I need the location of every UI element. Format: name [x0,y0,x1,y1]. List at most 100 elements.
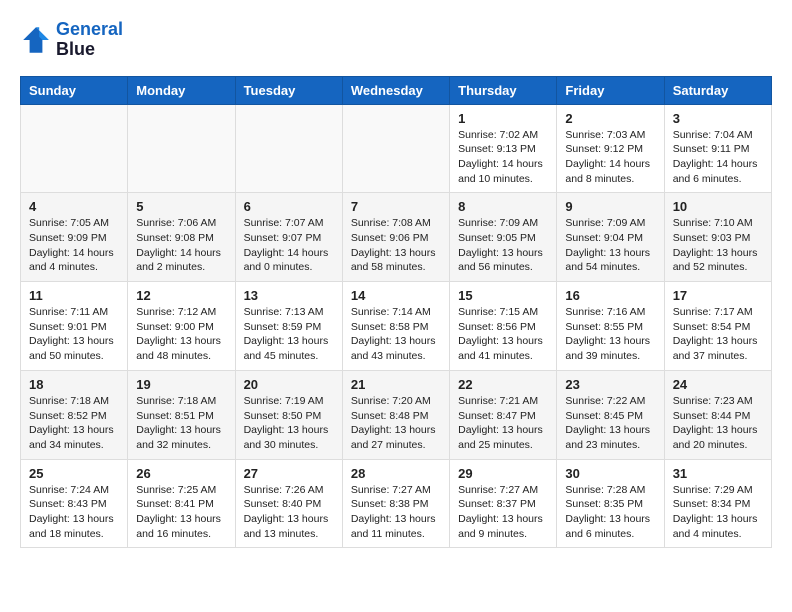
weekday-header-thursday: Thursday [450,76,557,104]
calendar-cell: 14 Sunrise: 7:14 AM Sunset: 8:58 PM Dayli… [342,282,449,371]
day-info: Sunrise: 7:22 AM Sunset: 8:45 PM Dayligh… [565,394,655,453]
day-info: Sunrise: 7:03 AM Sunset: 9:12 PM Dayligh… [565,128,655,187]
day-info: Sunrise: 7:02 AM Sunset: 9:13 PM Dayligh… [458,128,548,187]
calendar-cell: 9Sunrise: 7:09 AM Sunset: 9:04 PM Daylig… [557,193,664,282]
day-info: Sunrise: 7:10 AM Sunset: 9:03 PM Dayligh… [673,216,763,275]
day-number: 2 [565,111,655,126]
day-number: 3 [673,111,763,126]
calendar-cell: 13 Sunrise: 7:13 AM Sunset: 8:59 PM Dayli… [235,282,342,371]
calendar-cell: 5 Sunrise: 7:06 AM Sunset: 9:08 PM Daylig… [128,193,235,282]
day-info: Sunrise: 7:06 AM Sunset: 9:08 PM Dayligh… [136,216,226,275]
day-info: Sunrise: 7:21 AM Sunset: 8:47 PM Dayligh… [458,394,548,453]
day-info: Sunrise: 7:08 AM Sunset: 9:06 PM Dayligh… [351,216,441,275]
weekday-header-saturday: Saturday [664,76,771,104]
day-info: Sunrise: 7:04 AM Sunset: 9:11 PM Dayligh… [673,128,763,187]
day-number: 27 [244,466,334,481]
day-number: 23 [565,377,655,392]
calendar-cell: 26Sunrise: 7:25 AM Sunset: 8:41 PM Dayli… [128,459,235,548]
day-number: 5 [136,199,226,214]
day-info: Sunrise: 7:11 AM Sunset: 9:01 PM Dayligh… [29,305,119,364]
day-info: Sunrise: 7:19 AM Sunset: 8:50 PM Dayligh… [244,394,334,453]
calendar-cell: 23 Sunrise: 7:22 AM Sunset: 8:45 PM Dayli… [557,370,664,459]
calendar-cell: 6 Sunrise: 7:07 AM Sunset: 9:07 PM Daylig… [235,193,342,282]
day-info: Sunrise: 7:13 AM Sunset: 8:59 PM Dayligh… [244,305,334,364]
calendar-week-5: 25 Sunrise: 7:24 AM Sunset: 8:43 PM Dayli… [21,459,772,548]
day-number: 6 [244,199,334,214]
day-number: 8 [458,199,548,214]
day-info: Sunrise: 7:27 AM Sunset: 8:38 PM Dayligh… [351,483,441,542]
day-number: 25 [29,466,119,481]
day-number: 11 [29,288,119,303]
calendar-cell: 18 Sunrise: 7:18 AM Sunset: 8:52 PM Dayli… [21,370,128,459]
day-info: Sunrise: 7:28 AM Sunset: 8:35 PM Dayligh… [565,483,655,542]
day-info: Sunrise: 7:14 AM Sunset: 8:58 PM Dayligh… [351,305,441,364]
calendar-cell: 1 Sunrise: 7:02 AM Sunset: 9:13 PM Daylig… [450,104,557,193]
day-number: 7 [351,199,441,214]
day-number: 29 [458,466,548,481]
day-number: 20 [244,377,334,392]
day-info: Sunrise: 7:27 AM Sunset: 8:37 PM Dayligh… [458,483,548,542]
calendar-cell: 24Sunrise: 7:23 AM Sunset: 8:44 PM Dayli… [664,370,771,459]
page-header: General Blue [20,20,772,60]
calendar-cell: 17Sunrise: 7:17 AM Sunset: 8:54 PM Dayli… [664,282,771,371]
day-info: Sunrise: 7:09 AM Sunset: 9:04 PM Dayligh… [565,216,655,275]
day-number: 19 [136,377,226,392]
calendar-cell: 8 Sunrise: 7:09 AM Sunset: 9:05 PM Daylig… [450,193,557,282]
calendar-week-1: 1 Sunrise: 7:02 AM Sunset: 9:13 PM Daylig… [21,104,772,193]
logo-icon [20,24,52,56]
calendar-cell: 27 Sunrise: 7:26 AM Sunset: 8:40 PM Dayli… [235,459,342,548]
weekday-header-friday: Friday [557,76,664,104]
day-number: 18 [29,377,119,392]
weekday-header-sunday: Sunday [21,76,128,104]
calendar-cell: 21 Sunrise: 7:20 AM Sunset: 8:48 PM Dayli… [342,370,449,459]
day-info: Sunrise: 7:12 AM Sunset: 9:00 PM Dayligh… [136,305,226,364]
calendar-cell: 11 Sunrise: 7:11 AM Sunset: 9:01 PM Dayli… [21,282,128,371]
calendar-cell: 2 Sunrise: 7:03 AM Sunset: 9:12 PM Daylig… [557,104,664,193]
calendar-week-4: 18 Sunrise: 7:18 AM Sunset: 8:52 PM Dayli… [21,370,772,459]
calendar-cell: 12 Sunrise: 7:12 AM Sunset: 9:00 PM Dayli… [128,282,235,371]
calendar-cell: 3 Sunrise: 7:04 AM Sunset: 9:11 PM Daylig… [664,104,771,193]
calendar-week-2: 4 Sunrise: 7:05 AM Sunset: 9:09 PM Daylig… [21,193,772,282]
day-number: 21 [351,377,441,392]
day-number: 1 [458,111,548,126]
calendar-cell: 28 Sunrise: 7:27 AM Sunset: 8:38 PM Dayli… [342,459,449,548]
day-info: Sunrise: 7:18 AM Sunset: 8:51 PM Dayligh… [136,394,226,453]
day-info: Sunrise: 7:07 AM Sunset: 9:07 PM Dayligh… [244,216,334,275]
day-number: 4 [29,199,119,214]
day-info: Sunrise: 7:24 AM Sunset: 8:43 PM Dayligh… [29,483,119,542]
day-number: 17 [673,288,763,303]
day-info: Sunrise: 7:26 AM Sunset: 8:40 PM Dayligh… [244,483,334,542]
day-info: Sunrise: 7:25 AM Sunset: 8:41 PM Dayligh… [136,483,226,542]
day-number: 14 [351,288,441,303]
calendar-header-row: SundayMondayTuesdayWednesdayThursdayFrid… [21,76,772,104]
logo-text: General Blue [56,20,123,60]
calendar-cell: 31 Sunrise: 7:29 AM Sunset: 8:34 PM Dayli… [664,459,771,548]
day-info: Sunrise: 7:18 AM Sunset: 8:52 PM Dayligh… [29,394,119,453]
calendar-cell: 15Sunrise: 7:15 AM Sunset: 8:56 PM Dayli… [450,282,557,371]
calendar-cell: 25 Sunrise: 7:24 AM Sunset: 8:43 PM Dayli… [21,459,128,548]
day-info: Sunrise: 7:09 AM Sunset: 9:05 PM Dayligh… [458,216,548,275]
day-number: 12 [136,288,226,303]
calendar-cell [128,104,235,193]
calendar-cell: 20 Sunrise: 7:19 AM Sunset: 8:50 PM Dayli… [235,370,342,459]
logo: General Blue [20,20,123,60]
day-info: Sunrise: 7:20 AM Sunset: 8:48 PM Dayligh… [351,394,441,453]
calendar-week-3: 11 Sunrise: 7:11 AM Sunset: 9:01 PM Dayli… [21,282,772,371]
day-number: 31 [673,466,763,481]
day-info: Sunrise: 7:16 AM Sunset: 8:55 PM Dayligh… [565,305,655,364]
calendar-cell: 16 Sunrise: 7:16 AM Sunset: 8:55 PM Dayli… [557,282,664,371]
day-info: Sunrise: 7:23 AM Sunset: 8:44 PM Dayligh… [673,394,763,453]
day-number: 15 [458,288,548,303]
day-number: 28 [351,466,441,481]
day-number: 13 [244,288,334,303]
day-info: Sunrise: 7:05 AM Sunset: 9:09 PM Dayligh… [29,216,119,275]
day-number: 22 [458,377,548,392]
calendar-cell [21,104,128,193]
calendar-cell: 22 Sunrise: 7:21 AM Sunset: 8:47 PM Dayli… [450,370,557,459]
calendar-cell: 7 Sunrise: 7:08 AM Sunset: 9:06 PM Daylig… [342,193,449,282]
calendar-cell: 30Sunrise: 7:28 AM Sunset: 8:35 PM Dayli… [557,459,664,548]
day-info: Sunrise: 7:29 AM Sunset: 8:34 PM Dayligh… [673,483,763,542]
day-number: 16 [565,288,655,303]
day-number: 10 [673,199,763,214]
calendar-cell: 10 Sunrise: 7:10 AM Sunset: 9:03 PM Dayli… [664,193,771,282]
